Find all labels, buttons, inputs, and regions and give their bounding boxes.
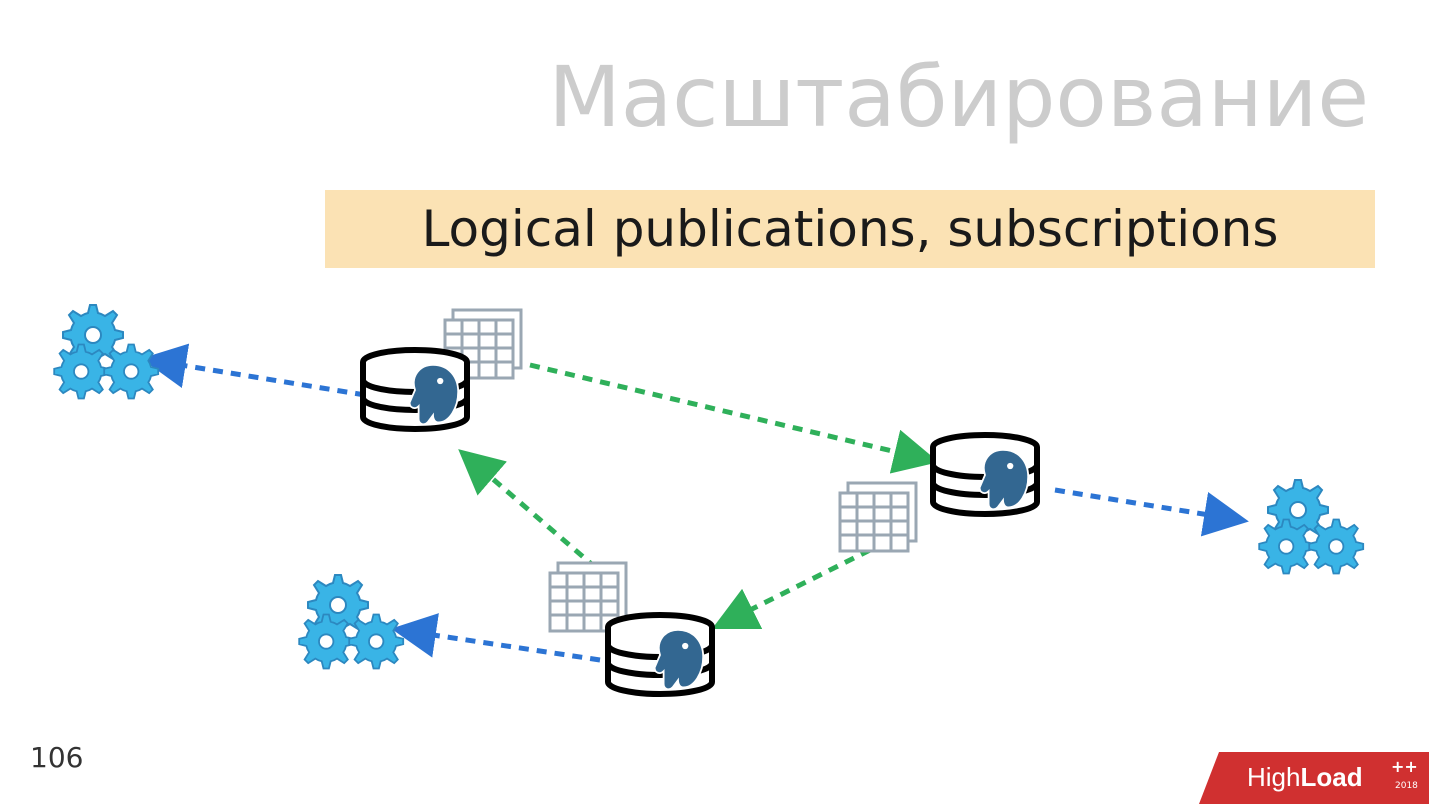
database-icon xyxy=(363,350,467,429)
highload-logo: HighLoad ++ 2018 xyxy=(1199,744,1429,804)
gears-icon xyxy=(299,575,403,669)
arrow-db-right-to-gears-r xyxy=(1055,490,1240,520)
logo-text-bold: Load xyxy=(1300,762,1362,792)
table-icon xyxy=(840,483,916,551)
logo-text-light: High xyxy=(1247,762,1300,792)
database-icon xyxy=(608,615,712,694)
arrow-table-right-to-db-bot xyxy=(720,550,870,625)
architecture-diagram xyxy=(0,0,1429,804)
gears-icon xyxy=(1259,480,1363,574)
logo-year: 2018 xyxy=(1395,781,1418,791)
svg-text:HighLoad: HighLoad xyxy=(1247,762,1363,792)
gears-icon xyxy=(54,305,158,399)
arrow-db-top-to-gears-tl xyxy=(150,360,365,395)
arrow-table-bot-to-db-top xyxy=(465,455,610,580)
arrow-table-top-to-db-right xyxy=(530,365,930,460)
logo-suffix: ++ xyxy=(1391,757,1418,776)
arrow-db-bot-to-gears-bl xyxy=(400,630,600,660)
database-icon xyxy=(933,435,1037,514)
